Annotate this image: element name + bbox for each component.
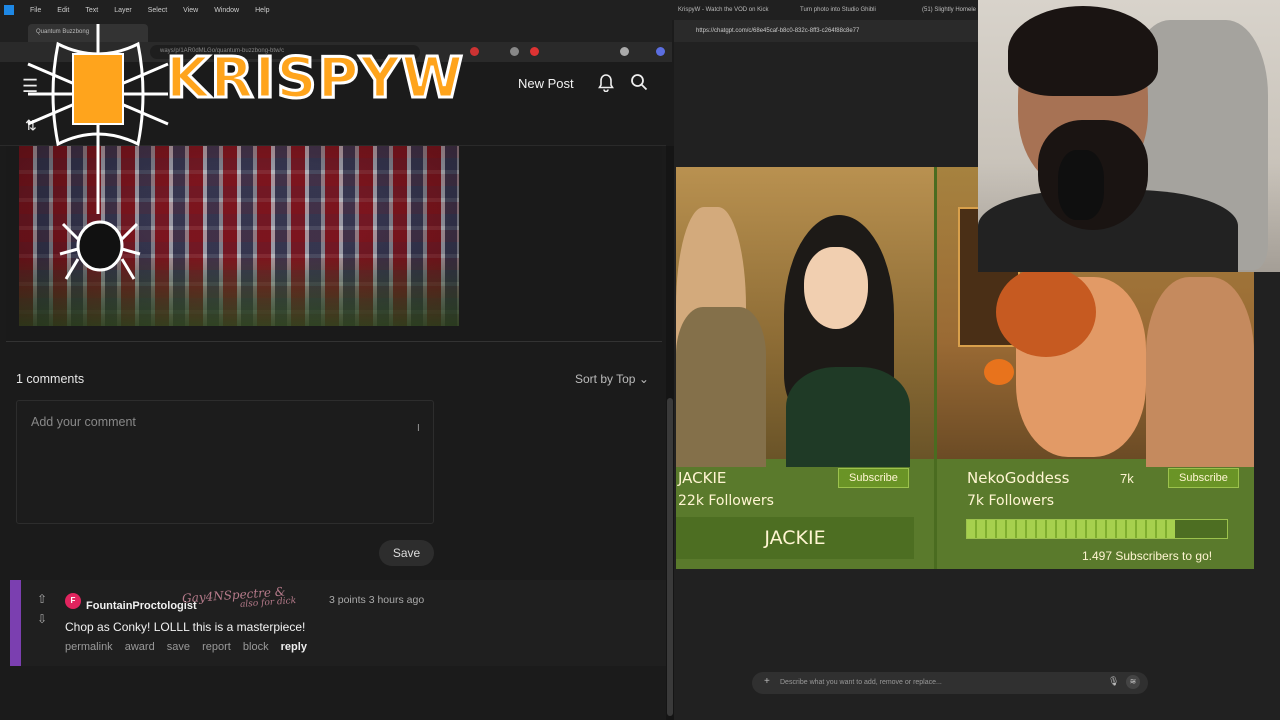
streamer-logo-overlay: KRISPYW — [18, 14, 465, 289]
comment-author[interactable]: FountainProctologist — [86, 600, 197, 612]
menu-window[interactable]: Window — [214, 7, 239, 14]
comment-placeholder: Add your comment — [31, 415, 136, 429]
right-browser-toolbar: https://chatgpt.com/c/68e45caf-b8c0-832c… — [674, 20, 980, 42]
sub-followers-left: 22k Followers — [678, 493, 774, 509]
sort-label: Sort by Top — [575, 372, 636, 386]
menu-select[interactable]: Select — [148, 7, 167, 14]
sub-count: 7k — [1120, 471, 1134, 486]
spiderweb-icon — [27, 24, 169, 280]
prompt-input[interactable]: + Describe what you want to add, remove … — [752, 672, 1148, 694]
comments-count: 1 comments — [16, 372, 85, 386]
page-scrollbar[interactable] — [666, 146, 674, 720]
avatar[interactable]: F — [65, 593, 81, 609]
bell-icon[interactable] — [598, 74, 614, 96]
plus-icon[interactable]: + — [764, 676, 770, 687]
menu-layer[interactable]: Layer — [114, 7, 132, 14]
voice-mode-icon[interactable]: ≋ — [1126, 675, 1140, 689]
address-bar[interactable]: https://chatgpt.com/c/68e45caf-b8c0-832c… — [696, 28, 859, 34]
menu-file[interactable]: File — [30, 7, 41, 14]
text-cursor-icon: I — [417, 423, 420, 434]
upvote-icon[interactable]: ⇧ — [37, 592, 47, 606]
menu-view[interactable]: View — [183, 7, 198, 14]
menu-help[interactable]: Help — [255, 7, 269, 14]
extension-icon[interactable] — [470, 47, 479, 56]
app-logo-icon — [4, 5, 14, 15]
progress-text: 1.497 Subscribers to go! — [1082, 549, 1213, 563]
report-link[interactable]: report — [202, 641, 231, 653]
comment-text: Chop as Conky! LOLLL this is a masterpie… — [65, 620, 306, 634]
extension-icon[interactable] — [530, 47, 539, 56]
subscribe-button-left[interactable]: Subscribe — [838, 468, 909, 488]
menu-edit[interactable]: Edit — [57, 7, 69, 14]
webcam-feed — [978, 0, 1280, 272]
menu-text[interactable]: Text — [85, 7, 98, 14]
save-button[interactable]: Save — [379, 540, 434, 566]
pumpkin-icon — [984, 359, 1014, 385]
comment-input[interactable]: Add your comment I — [16, 400, 434, 524]
microphone-icon — [1058, 150, 1104, 220]
scrollbar-thumb[interactable] — [667, 398, 673, 716]
award-link[interactable]: award — [125, 641, 155, 653]
comment-actions: permalink award save report block reply — [65, 641, 316, 653]
browser-tab[interactable]: Turn photo into Studio Ghibli — [800, 7, 876, 13]
logo-text: KRISPYW — [164, 45, 465, 113]
save-link[interactable]: save — [167, 641, 190, 653]
profile-icon[interactable] — [620, 47, 629, 56]
chevron-down-icon: ⌄ — [638, 372, 649, 386]
browser-tab[interactable]: (51) Slightly Homele — [922, 7, 976, 13]
sub-followers-right: 7k Followers — [967, 493, 1055, 509]
microphone-icon[interactable]: 🎙 — [1108, 676, 1119, 687]
right-browser-tabbar: KrispyW - Watch the VOD on Kick Turn pho… — [674, 0, 980, 20]
block-link[interactable]: block — [243, 641, 269, 653]
comment-meta: 3 points 3 hours ago — [329, 594, 424, 606]
comment-item: ⇧ ⇩ F FountainProctologist 3 points 3 ho… — [10, 580, 666, 666]
subscribe-button-right[interactable]: Subscribe — [1168, 468, 1239, 488]
extension-icon[interactable] — [510, 47, 519, 56]
sub-name-right: NekoGoddess — [967, 469, 1070, 487]
new-post-button[interactable]: New Post — [518, 76, 574, 91]
extension-icon[interactable] — [656, 47, 665, 56]
permalink-link[interactable]: permalink — [65, 641, 113, 653]
prompt-placeholder: Describe what you want to add, remove or… — [780, 679, 942, 686]
name-banner: JACKIE — [676, 517, 914, 559]
search-icon[interactable] — [630, 73, 648, 96]
downvote-icon[interactable]: ⇩ — [37, 612, 47, 626]
browser-tab[interactable]: KrispyW - Watch the VOD on Kick — [678, 7, 768, 13]
reply-link[interactable]: reply — [281, 641, 307, 653]
comment-points: 3 points — [329, 594, 366, 606]
subscriber-progress-bar — [966, 519, 1228, 539]
sort-dropdown[interactable]: Sort by Top ⌄ — [575, 372, 649, 386]
sub-name-left: JACKIE — [678, 469, 727, 487]
comment-time[interactable]: 3 hours ago — [369, 594, 424, 606]
